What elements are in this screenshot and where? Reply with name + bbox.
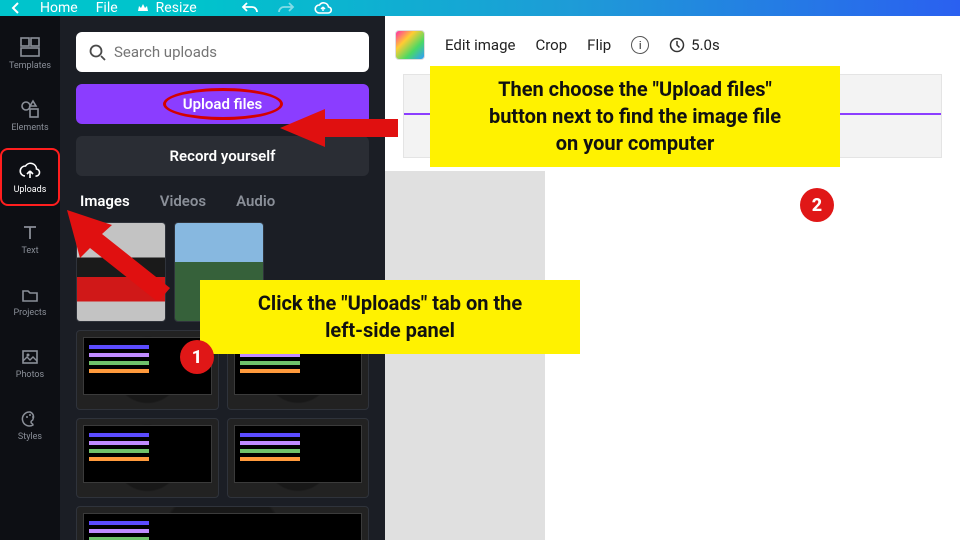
- upload-thumbnail[interactable]: [76, 506, 369, 540]
- templates-icon: [19, 36, 41, 58]
- rail-projects[interactable]: Projects: [2, 274, 58, 328]
- edit-image-button[interactable]: Edit image: [445, 36, 515, 54]
- info-icon[interactable]: i: [631, 36, 649, 54]
- annotation-badge: 1: [180, 340, 214, 374]
- rail-uploads[interactable]: Uploads: [2, 150, 58, 204]
- rail-text[interactable]: Text: [2, 212, 58, 266]
- duration-button[interactable]: 5.0s: [669, 36, 720, 54]
- tab-videos[interactable]: Videos: [160, 192, 206, 210]
- canvas-background: [385, 171, 545, 540]
- tab-images[interactable]: Images: [80, 192, 130, 210]
- rail-label: Templates: [9, 61, 51, 71]
- rail-elements[interactable]: Elements: [2, 88, 58, 142]
- annotation-callout: Click the "Uploads" tab on the left-side…: [200, 280, 580, 354]
- tab-audio[interactable]: Audio: [236, 192, 275, 210]
- side-rail: Templates Elements Uploads Text Projects…: [0, 16, 60, 540]
- search-icon: [88, 43, 106, 61]
- flip-button[interactable]: Flip: [587, 36, 611, 54]
- undo-icon[interactable]: [241, 1, 259, 15]
- upload-thumbnail[interactable]: [227, 418, 370, 498]
- canvas-toolbar: Edit image Crop Flip i 5.0s: [395, 30, 720, 60]
- annotation-callout: Then choose the "Upload files" button ne…: [430, 66, 840, 167]
- clock-icon: [669, 37, 685, 53]
- annotation-circle: [163, 88, 283, 120]
- callout-line: Then choose the "Upload files": [446, 76, 824, 103]
- elements-icon: [19, 98, 41, 120]
- duration-label: 5.0s: [691, 36, 720, 54]
- photos-icon: [20, 347, 40, 367]
- projects-icon: [20, 285, 40, 305]
- callout-line: left-side panel: [216, 317, 564, 344]
- rail-templates[interactable]: Templates: [2, 26, 58, 80]
- home-button[interactable]: Home: [40, 0, 78, 16]
- text-icon: [20, 223, 40, 243]
- search-input[interactable]: [76, 32, 369, 72]
- styles-icon: [20, 409, 40, 429]
- callout-line: Click the "Uploads" tab on the: [216, 290, 564, 317]
- crop-button[interactable]: Crop: [535, 36, 567, 54]
- rail-label: Uploads: [14, 185, 47, 195]
- upload-thumbnail[interactable]: [76, 418, 219, 498]
- rail-label: Styles: [18, 432, 42, 442]
- resize-label: Resize: [156, 0, 197, 16]
- annotation-badge: 2: [800, 188, 834, 222]
- cloud-sync-icon[interactable]: [313, 1, 333, 15]
- callout-line: on your computer: [446, 130, 824, 157]
- app-root: Home File Resize Templates Elements: [0, 0, 960, 540]
- resize-button[interactable]: Resize: [136, 0, 197, 16]
- rail-photos[interactable]: Photos: [2, 336, 58, 390]
- record-yourself-label: Record yourself: [170, 147, 276, 165]
- back-icon[interactable]: [10, 2, 22, 14]
- file-menu[interactable]: File: [96, 0, 118, 16]
- callout-line: button next to find the image file: [446, 103, 824, 130]
- rail-label: Projects: [14, 308, 47, 318]
- rail-styles[interactable]: Styles: [2, 398, 58, 452]
- color-picker[interactable]: [395, 30, 425, 60]
- annotation-arrow: [62, 210, 172, 300]
- crown-icon: [136, 1, 150, 15]
- rail-label: Text: [21, 246, 38, 256]
- search-field[interactable]: [114, 43, 357, 61]
- redo-icon[interactable]: [277, 1, 295, 15]
- annotation-arrow: [280, 103, 400, 163]
- media-tabs: Images Videos Audio: [76, 188, 369, 210]
- rail-label: Photos: [16, 370, 44, 380]
- top-bar: Home File Resize: [0, 0, 960, 16]
- rail-label: Elements: [11, 123, 48, 133]
- uploads-icon: [19, 160, 41, 182]
